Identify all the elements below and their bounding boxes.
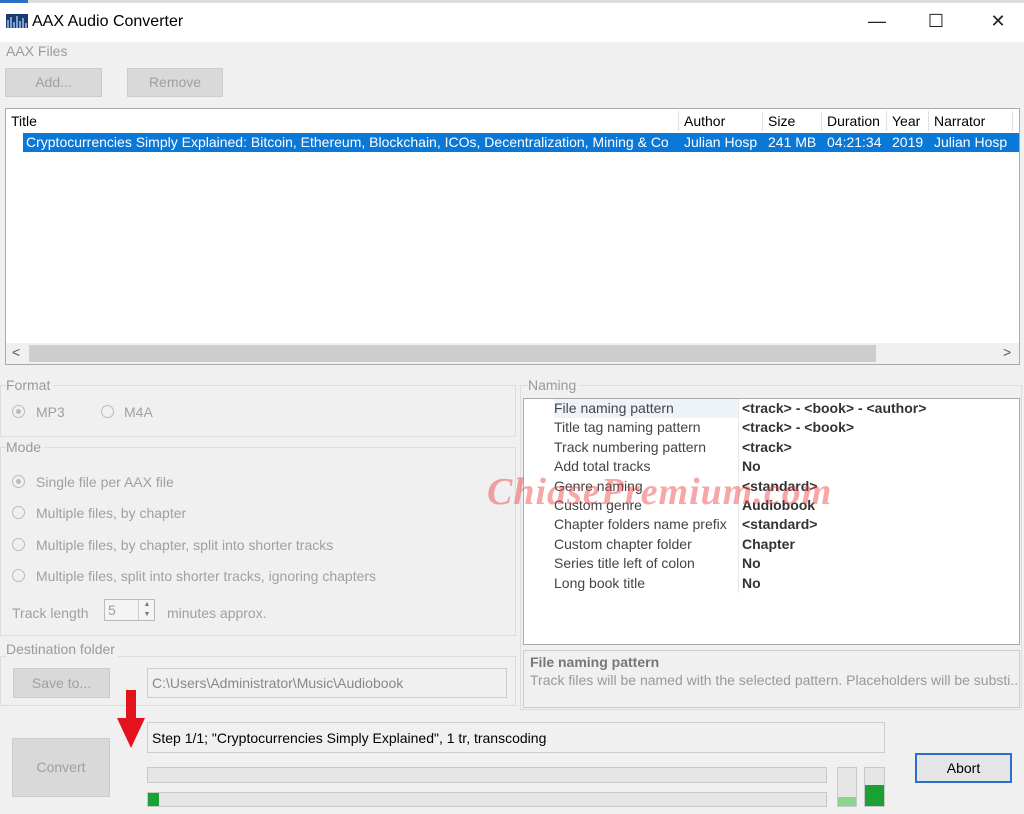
window-title: AAX Audio Converter	[32, 13, 184, 30]
save-to-button[interactable]: Save to...	[13, 668, 110, 698]
cell-year: 2019	[892, 134, 924, 150]
minimize-button[interactable]: —	[862, 8, 892, 34]
watermark: ChiasePremium.com	[487, 471, 833, 513]
naming-row[interactable]: Long book title No	[524, 573, 1019, 593]
naming-key: Long book title	[554, 574, 646, 591]
aax-files-label: AAX Files	[6, 43, 68, 59]
cell-title: Cryptocurrencies Simply Explained: Bitco…	[26, 134, 669, 150]
radio-mode-0[interactable]	[12, 475, 25, 488]
radio-mode-3[interactable]	[12, 569, 25, 582]
abort-button[interactable]: Abort	[915, 753, 1012, 783]
progress-bar-overall	[147, 767, 827, 783]
track-length-unit: minutes approx.	[167, 605, 267, 621]
scroll-right-icon[interactable]: >	[1003, 344, 1011, 360]
naming-label: Naming	[528, 377, 580, 393]
title-bar: AAX Audio Converter — ☐ ✕	[0, 0, 1024, 42]
destination-label: Destination folder	[6, 641, 118, 657]
progress-bar-step	[147, 792, 827, 807]
naming-row[interactable]: Track numbering pattern <track>	[524, 437, 1019, 457]
naming-row[interactable]: File naming pattern <track> - <book> - <a…	[524, 399, 1019, 419]
track-length-stepper[interactable]: 5 ▲ ▼	[104, 599, 155, 621]
scroll-thumb[interactable]	[29, 345, 876, 362]
naming-row[interactable]: Custom chapter folder Chapter	[524, 534, 1019, 554]
naming-value: No	[742, 574, 761, 591]
cell-narrator: Julian Hosp	[934, 134, 1008, 150]
column-author[interactable]: Author	[679, 111, 763, 131]
naming-value: <track> - <book> - <author>	[742, 400, 927, 416]
format-label: Format	[6, 377, 54, 393]
column-narrator[interactable]: Narrator	[929, 111, 1013, 131]
description-text: Track files will be named with the selec…	[530, 672, 1018, 688]
column-duration[interactable]: Duration	[822, 111, 887, 131]
track-length-label: Track length	[12, 605, 89, 621]
remove-button[interactable]: Remove	[127, 68, 223, 97]
naming-description: File naming pattern Track files will be …	[523, 650, 1020, 708]
red-arrow-icon	[117, 690, 145, 748]
mp3-label: MP3	[36, 404, 65, 420]
radio-m4a[interactable]	[101, 405, 114, 418]
convert-button[interactable]: Convert	[12, 738, 110, 797]
maximize-button[interactable]: ☐	[921, 8, 951, 34]
naming-key: Title tag naming pattern	[554, 419, 701, 436]
description-title: File naming pattern	[530, 654, 660, 670]
naming-value: <track> - <book>	[742, 419, 855, 436]
column-year[interactable]: Year	[887, 111, 929, 131]
app-icon	[6, 14, 28, 28]
destination-path-input[interactable]: C:\Users\Administrator\Music\Audiobook	[147, 668, 507, 698]
column-title[interactable]: Title	[6, 111, 679, 131]
cell-size: 241 MB	[768, 134, 817, 150]
column-size[interactable]: Size	[763, 111, 822, 131]
naming-row[interactable]: Chapter folders name prefix <standard>	[524, 515, 1019, 535]
aax-file-list[interactable]: Title Author Size Duration Year Narrator…	[5, 108, 1020, 365]
cell-author: Julian Hosp	[684, 134, 758, 150]
naming-value: No	[742, 555, 761, 572]
radio-mode-2[interactable]	[12, 538, 25, 551]
horizontal-scrollbar[interactable]: < >	[6, 343, 1019, 364]
table-row[interactable]: Cryptocurrencies Simply Explained: Bitco…	[23, 133, 1019, 152]
naming-row[interactable]: Series title left of colon No	[524, 554, 1019, 574]
mode-option-0: Single file per AAX file	[36, 474, 174, 490]
cell-duration: 04:21:34	[827, 134, 882, 150]
naming-value: Chapter	[742, 535, 795, 552]
mode-option-3: Multiple files, split into shorter track…	[36, 568, 377, 584]
track-length-value: 5	[108, 602, 116, 618]
level-meter-1	[837, 767, 857, 807]
radio-mode-1[interactable]	[12, 506, 25, 519]
naming-key: Chapter folders name prefix	[554, 516, 727, 533]
naming-row[interactable]: Title tag naming pattern <track> - <book>	[524, 418, 1019, 438]
naming-key: Series title left of colon	[554, 555, 695, 572]
add-button[interactable]: Add...	[5, 68, 102, 97]
naming-key: Custom chapter folder	[554, 535, 692, 552]
naming-value: <track>	[742, 438, 792, 455]
scroll-left-icon[interactable]: <	[12, 344, 20, 360]
mode-label: Mode	[6, 439, 45, 455]
status-text: Step 1/1; "Cryptocurrencies Simply Expla…	[147, 722, 885, 753]
m4a-label: M4A	[124, 404, 153, 420]
naming-property-grid[interactable]: File naming pattern <track> - <book> - <a…	[523, 398, 1020, 645]
close-button[interactable]: ✕	[983, 8, 1013, 34]
stepper-arrows-icon[interactable]: ▲ ▼	[138, 600, 155, 620]
mode-option-1: Multiple files, by chapter	[36, 505, 187, 521]
naming-key: Track numbering pattern	[554, 438, 706, 455]
format-group	[0, 385, 516, 437]
mode-option-2: Multiple files, by chapter, split into s…	[36, 537, 334, 553]
radio-mp3[interactable]	[12, 405, 25, 418]
naming-key: File naming pattern	[554, 400, 674, 416]
naming-value: <standard>	[742, 516, 818, 533]
level-meter-2	[864, 767, 885, 807]
